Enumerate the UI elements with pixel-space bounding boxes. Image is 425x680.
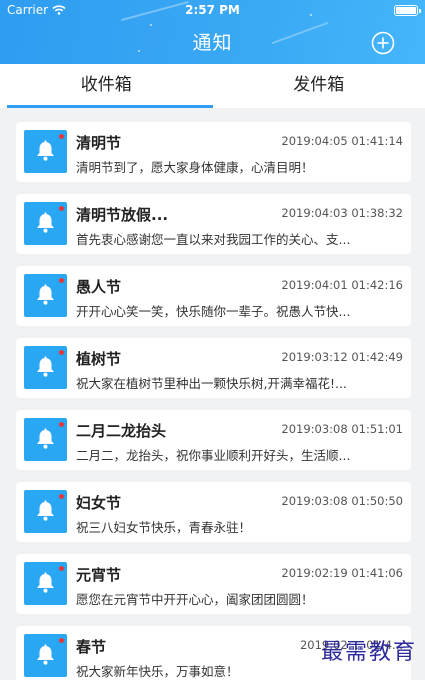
watermark: 最需教育 xyxy=(320,640,417,665)
notice-card[interactable]: 清明节 2019:04:05 01:41:14 清明节到了，愿大家身体健康，心清目明… xyxy=(16,122,411,182)
notice-body: 二月二，龙抬头，祝你事业顺利开好头，生活顺... xyxy=(76,448,351,463)
header-decoration xyxy=(150,24,152,26)
notice-date: 2019:03:12 01:42:49 xyxy=(281,350,403,364)
notice-body: 祝大家新年快乐，万事如意！ xyxy=(76,664,239,679)
notice-card[interactable]: 妇女节 2019:03:08 01:50:50 祝三八妇女节快乐，青春永驻！ xyxy=(16,482,411,542)
notice-title: 清明节放假... xyxy=(76,206,169,224)
notice-title: 二月二龙抬头 xyxy=(76,422,167,440)
tab-inbox[interactable]: 收件箱 xyxy=(0,64,213,108)
notice-body: 祝三八妇女节快乐，青春永驻！ xyxy=(76,520,252,535)
bell-icon xyxy=(24,130,67,173)
notice-date: 2019:03:08 01:51:01 xyxy=(281,422,403,436)
notice-title: 妇女节 xyxy=(76,494,122,512)
notice-card[interactable]: 愚人节 2019:04:01 01:42:16 开开心心笑一笑，快乐随你一辈子。祝愚… xyxy=(16,266,411,326)
unread-dot xyxy=(59,350,64,355)
bell-icon xyxy=(24,346,67,389)
notice-body: 清明节到了，愿大家身体健康，心清目明！ xyxy=(76,160,314,175)
nav-header: Carrier 2:57 PM 通知 xyxy=(0,0,425,64)
tab-bar: 收件箱 发件箱 xyxy=(0,64,425,108)
unread-dot xyxy=(59,494,64,499)
status-bar: Carrier 2:57 PM xyxy=(0,0,425,20)
notice-date: 2019:04:03 01:38:32 xyxy=(281,206,403,220)
notice-card[interactable]: 植树节 2019:03:12 01:42:49 祝大家在植树节里种出一颗快乐树,开满… xyxy=(16,338,411,398)
bell-icon xyxy=(24,634,67,677)
notice-card[interactable]: 元宵节 2019:02:19 01:41:06 愿您在元宵节中开开心心，阖家团团圆圆… xyxy=(16,554,411,614)
unread-dot xyxy=(59,422,64,427)
notice-body: 首先衷心感谢您一直以来对我园工作的关心、支... xyxy=(76,232,351,247)
unread-dot xyxy=(59,566,64,571)
battery-level xyxy=(396,7,416,14)
notice-title: 清明节 xyxy=(76,134,122,152)
unread-dot xyxy=(59,206,64,211)
notice-date: 2019:04:05 01:41:14 xyxy=(281,134,403,148)
notice-date: 2019:03:08 01:50:50 xyxy=(281,494,403,508)
battery-icon xyxy=(394,5,421,16)
unread-dot xyxy=(59,134,64,139)
notice-title: 愚人节 xyxy=(76,278,122,296)
notice-title: 植树节 xyxy=(76,350,122,368)
bell-icon xyxy=(24,490,67,533)
notice-card[interactable]: 清明节放假... 2019:04:03 01:38:32 首先衷心感谢您一直以来对我… xyxy=(16,194,411,254)
notice-body: 开开心心笑一笑，快乐随你一辈子。祝愚人节快... xyxy=(76,304,351,319)
notice-title: 春节 xyxy=(76,638,107,656)
unread-dot xyxy=(59,278,64,283)
notice-title: 元宵节 xyxy=(76,566,122,584)
unread-dot xyxy=(59,638,64,643)
page-title: 通知 xyxy=(192,32,233,54)
bell-icon xyxy=(24,562,67,605)
bell-icon xyxy=(24,274,67,317)
status-time: 2:57 PM xyxy=(185,3,240,17)
bell-icon xyxy=(24,202,67,245)
tab-outbox[interactable]: 发件箱 xyxy=(213,64,425,108)
notice-body: 祝大家在植树节里种出一颗快乐树,开满幸福花!... xyxy=(76,376,347,391)
notice-body: 愿您在元宵节中开开心心，阖家团团圆圆！ xyxy=(76,592,314,607)
notice-date: 2019:02:19 01:41:06 xyxy=(281,566,403,580)
notice-list: 清明节 2019:04:05 01:41:14 清明节到了，愿大家身体健康，心清目明… xyxy=(0,108,425,680)
plus-circle-icon[interactable] xyxy=(371,31,395,55)
bell-icon xyxy=(24,418,67,461)
notice-card[interactable]: 二月二龙抬头 2019:03:08 01:51:01 二月二，龙抬头，祝你事业顺利开… xyxy=(16,410,411,470)
notice-date: 2019:04:01 01:42:16 xyxy=(281,278,403,292)
